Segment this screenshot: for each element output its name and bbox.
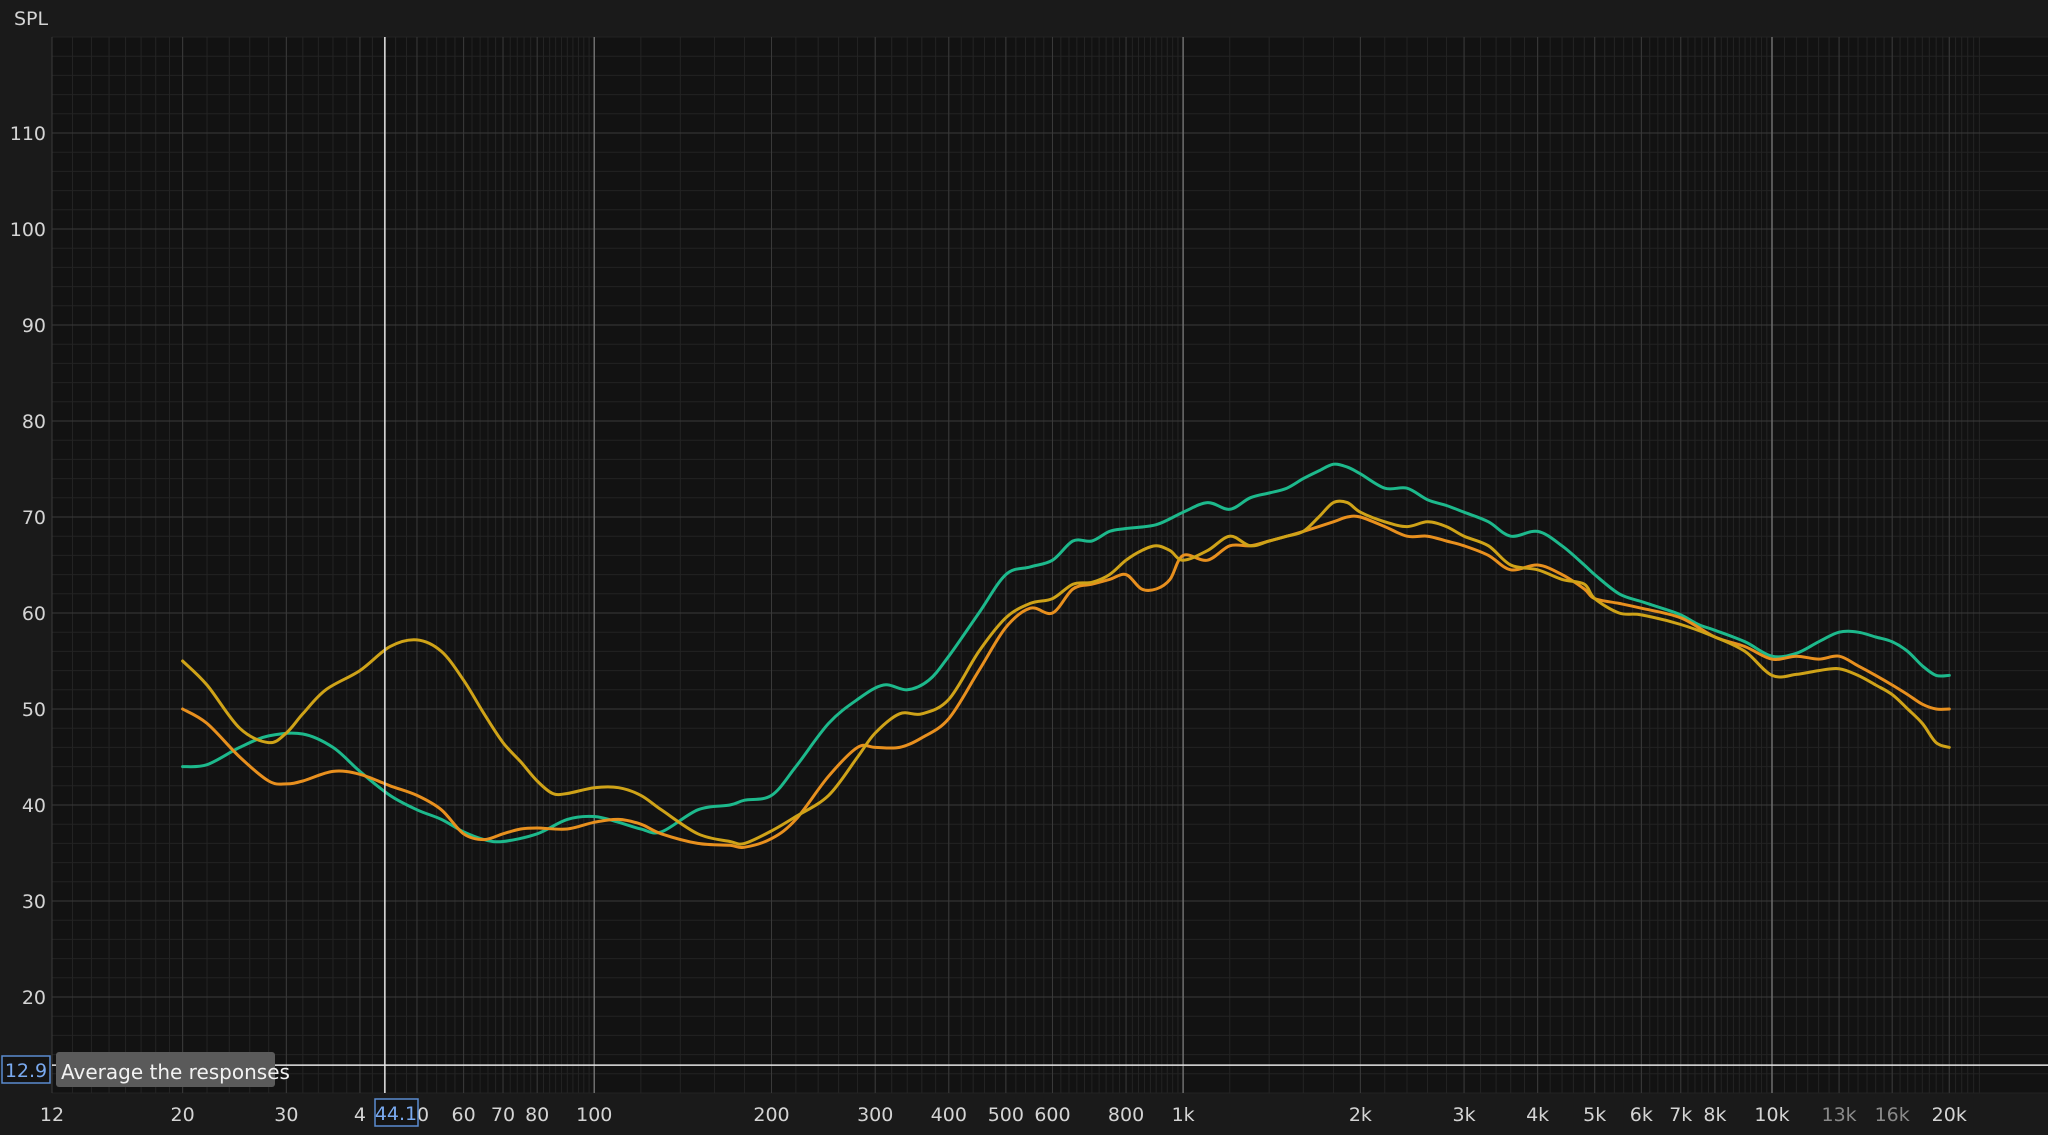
- y-tick-label: 110: [10, 123, 46, 145]
- x-tick-label: 4: [354, 1104, 366, 1126]
- x-tick-label: 300: [857, 1104, 893, 1126]
- y-tick-label: 50: [22, 699, 46, 721]
- cursor-y-readout: 12.9: [1, 1055, 51, 1084]
- y-tick-label: 60: [22, 603, 46, 625]
- y-tick-label: 70: [22, 507, 46, 529]
- x-tick-label: 16k: [1875, 1104, 1910, 1126]
- x-tick-label: 600: [1034, 1104, 1070, 1126]
- y-tick-label: 40: [22, 795, 46, 817]
- x-tick-label: 6k: [1630, 1104, 1653, 1126]
- y-axis-label: SPL: [14, 8, 49, 30]
- x-tick-label: 400: [931, 1104, 967, 1126]
- x-tick-label: 3k: [1453, 1104, 1476, 1126]
- y-tick-label: 20: [22, 987, 46, 1009]
- tooltip-text: Average the responses: [61, 1060, 290, 1084]
- x-tick-label: 80: [525, 1104, 549, 1126]
- y-tick-label: 30: [22, 891, 46, 913]
- x-tick-label: 800: [1108, 1104, 1144, 1126]
- x-tick-label: 70: [491, 1104, 515, 1126]
- y-tick-label: 100: [10, 219, 46, 241]
- x-tick-label: 500: [988, 1104, 1024, 1126]
- x-tick-label: 60: [452, 1104, 476, 1126]
- cursor-x-value: 44.1: [375, 1103, 417, 1125]
- x-tick-label: 1k: [1172, 1104, 1195, 1126]
- x-tick-label: 100: [576, 1104, 612, 1126]
- y-tick-label: 80: [22, 411, 46, 433]
- cursor-y-value: 12.9: [5, 1060, 47, 1082]
- x-tick-label: 30: [274, 1104, 298, 1126]
- x-tick-label: 20: [171, 1104, 195, 1126]
- x-tick-label: 2k: [1349, 1104, 1372, 1126]
- x-tick-label: 5k: [1583, 1104, 1606, 1126]
- x-tick-label: 200: [753, 1104, 789, 1126]
- x-tick-label: 7k: [1669, 1104, 1692, 1126]
- plot-area[interactable]: [52, 37, 2048, 1093]
- x-tick-label: 10k: [1754, 1104, 1789, 1126]
- x-tick-label: 20k: [1932, 1104, 1967, 1126]
- x-tick-label: 8k: [1703, 1104, 1726, 1126]
- x-tick-label: 12: [40, 1104, 64, 1126]
- tooltip: Average the responses: [56, 1052, 290, 1087]
- x-tick-label: 13k: [1821, 1104, 1856, 1126]
- y-tick-label: 90: [22, 315, 46, 337]
- x-tick-label: 4k: [1526, 1104, 1549, 1126]
- frequency-response-chart[interactable]: 2030405060708090100110 12203045060708010…: [0, 0, 2048, 1135]
- cursor-x-readout: 44.1: [374, 1098, 419, 1127]
